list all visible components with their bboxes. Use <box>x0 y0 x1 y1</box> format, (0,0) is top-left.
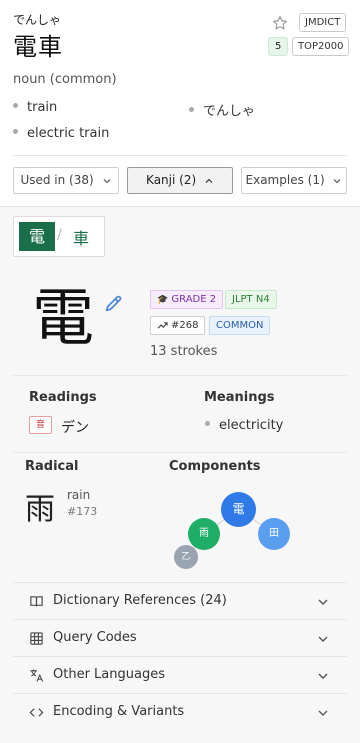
kanji-switcher: 電 / 車 <box>13 216 105 257</box>
chevron-down-icon <box>334 178 341 183</box>
meanings-title: Meanings <box>204 390 275 405</box>
tab-kanji[interactable]: Kanji (2) <box>127 167 233 194</box>
pencil-icon[interactable] <box>103 292 125 314</box>
chevron-down-icon <box>318 710 328 716</box>
tab-examples[interactable]: Examples (1) <box>241 167 347 194</box>
accordion-encoding-variants[interactable]: Encoding & Variants <box>13 693 347 730</box>
accordion-label: Other Languages <box>53 667 165 682</box>
divider <box>13 375 347 376</box>
gloss-item: でんしゃ <box>189 100 255 119</box>
source-tag: JMDICT <box>299 13 347 32</box>
grade-badge: 🎓 GRADE 2 <box>150 290 224 309</box>
gloss-item: train <box>13 100 57 115</box>
kanji-character: 電 <box>32 281 95 354</box>
accordion-label: Query Codes <box>53 630 137 645</box>
chevron-down-icon <box>318 636 328 642</box>
divider <box>13 452 347 453</box>
entry-reading: でんしゃ <box>13 13 62 27</box>
component-node[interactable]: 電 <box>221 492 256 527</box>
star-icon[interactable] <box>271 14 289 32</box>
meaning-item: electricity <box>205 418 283 433</box>
stroke-count: 13 strokes <box>150 344 218 359</box>
accordion-label: Dictionary References (24) <box>53 593 227 608</box>
chevron-down-icon <box>318 599 328 605</box>
common-badge: COMMON <box>209 316 271 335</box>
components-title: Components <box>169 459 261 474</box>
entry-headword: 電車 <box>13 33 63 61</box>
component-node[interactable]: 雨 <box>188 518 220 550</box>
radical-name: rain <box>67 488 91 502</box>
gloss-item: electric train <box>13 126 109 141</box>
part-of-speech: noun (common) <box>13 72 117 87</box>
accordion-dictionary-references[interactable]: Dictionary References (24) <box>13 582 347 619</box>
on-reading-badge: 音 <box>29 416 52 434</box>
chevron-down-icon <box>318 673 328 679</box>
jlpt-badge: JLPT N4 <box>225 290 277 309</box>
chevron-up-icon <box>205 178 213 183</box>
component-node[interactable]: 田 <box>258 518 290 550</box>
book-icon <box>30 596 43 607</box>
on-reading: デン <box>61 420 89 436</box>
priority-badge: 5 <box>268 37 289 56</box>
radical-number: #173 <box>67 505 98 518</box>
radical-title: Radical <box>25 459 79 474</box>
accordion-other-languages[interactable]: Other Languages <box>13 656 347 693</box>
kanji-tab-separator: / <box>57 227 62 243</box>
accordion-query-codes[interactable]: Query Codes <box>13 619 347 656</box>
radical-character: 雨 <box>25 492 55 527</box>
divider <box>13 155 347 156</box>
readings-title: Readings <box>29 390 97 405</box>
frequency-tag: TOP2000 <box>292 37 350 56</box>
trending-up-icon <box>157 321 168 329</box>
code-icon <box>29 708 44 717</box>
rank-badge: #268 <box>150 316 206 335</box>
tab-used-in[interactable]: Used in (38) <box>13 167 119 194</box>
accordion-label: Encoding & Variants <box>53 704 185 719</box>
component-node[interactable]: 乙 <box>174 545 198 569</box>
grid-icon <box>30 632 43 645</box>
chevron-down-icon <box>103 178 110 183</box>
translate-icon <box>30 669 44 682</box>
entry-card: でんしゃ 電車 JMDICT 5 TOP2000 noun (common) t… <box>0 0 360 207</box>
graduation-cap-icon: 🎓 <box>157 295 169 305</box>
kanji-tab-other[interactable]: 車 <box>73 225 89 249</box>
kanji-tab-active[interactable]: 電 <box>19 222 55 251</box>
